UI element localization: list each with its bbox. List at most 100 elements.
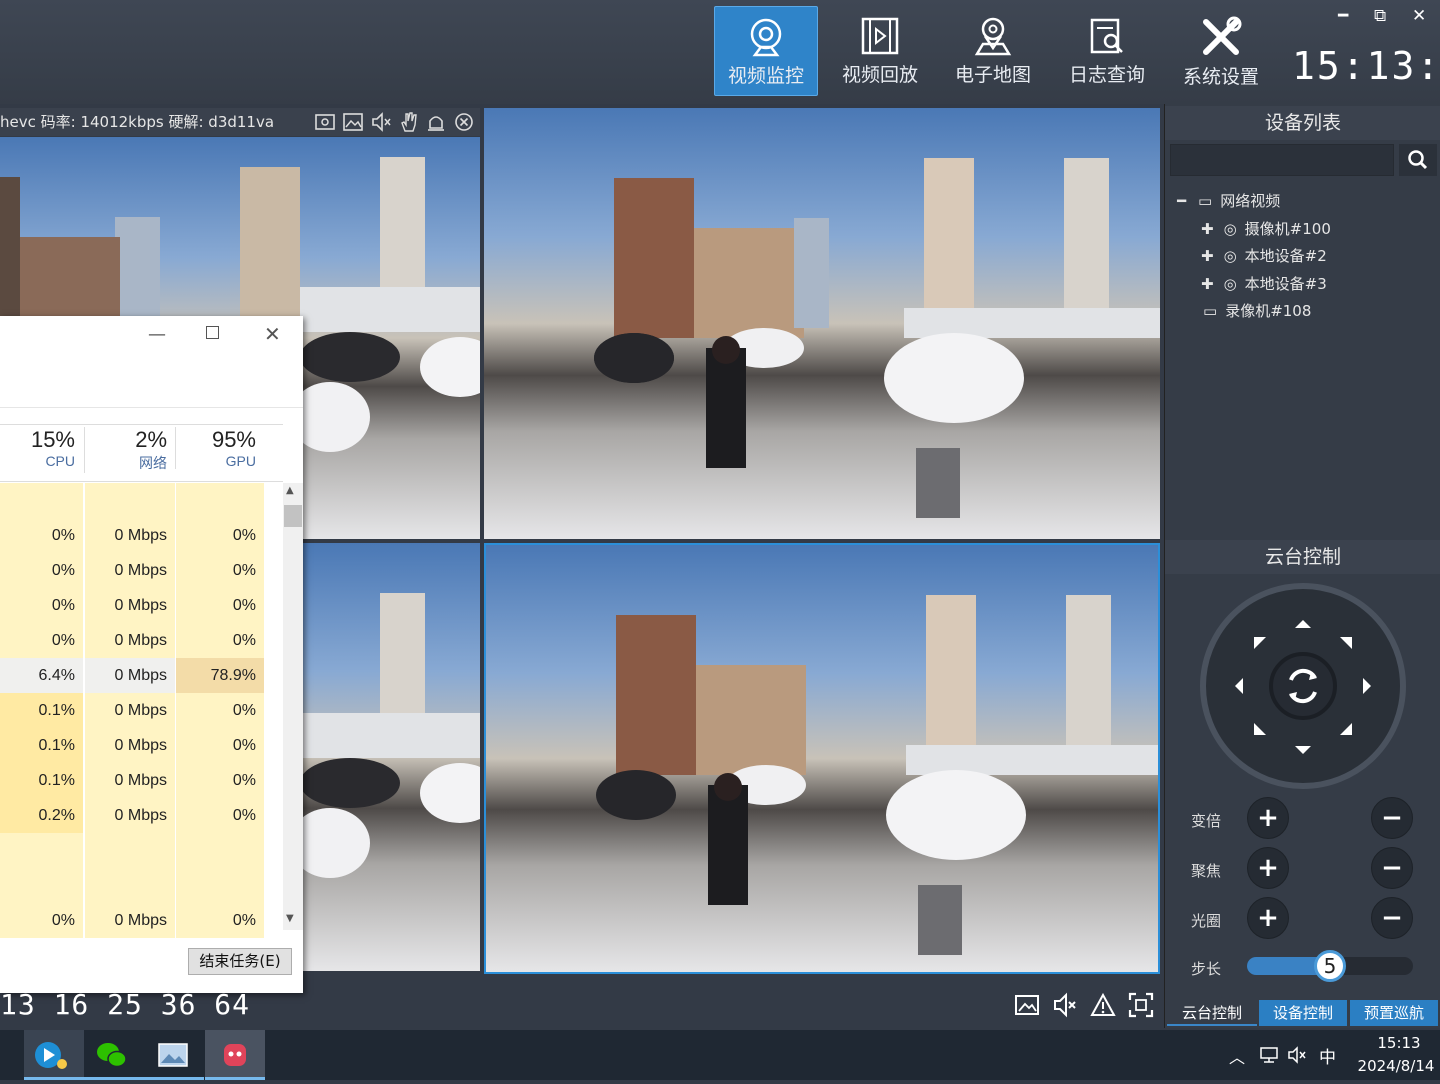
alarm-icon[interactable] xyxy=(425,111,447,133)
table-cell: 0% xyxy=(175,903,264,938)
nav-video-playback[interactable]: 视频回放 xyxy=(828,6,932,96)
tree-item-local-device-3[interactable]: ✚ ◎ 本地设备#3 xyxy=(1201,273,1327,294)
menu-strip xyxy=(0,377,303,408)
scroll-down-icon[interactable]: ▼ xyxy=(286,913,294,924)
table-row[interactable]: 0% 0 Mbps 0% xyxy=(0,903,264,938)
scroll-thumb[interactable] xyxy=(284,505,302,527)
table-row[interactable]: 0.1% 0 Mbps 0% xyxy=(0,728,264,763)
expand-icon[interactable]: ✚ xyxy=(1201,247,1214,265)
video-toolbar xyxy=(1010,990,1160,1020)
taskbar-app-image-viewer[interactable] xyxy=(144,1030,204,1080)
nav-system-settings[interactable]: 系统设置 xyxy=(1169,6,1273,96)
network-icon[interactable] xyxy=(1259,1046,1279,1064)
table-cell: 0.2% xyxy=(0,798,83,833)
table-cell xyxy=(175,868,264,903)
volume-muted-icon[interactable] xyxy=(1287,1046,1307,1064)
taskbar-app-wechat[interactable] xyxy=(84,1030,144,1080)
mute-icon[interactable] xyxy=(370,111,392,133)
header-gpu[interactable]: 95% GPU xyxy=(175,427,264,469)
expand-icon[interactable]: ✚ xyxy=(1201,275,1214,293)
zoom-label: 变倍 xyxy=(1191,812,1222,830)
taskbar-app-active[interactable] xyxy=(205,1030,265,1080)
table-row[interactable]: 0% 0 Mbps 0% xyxy=(0,588,264,623)
film-icon xyxy=(861,17,899,55)
maximize-icon[interactable] xyxy=(206,326,219,339)
scroll-up-icon[interactable]: ▲ xyxy=(286,485,294,496)
iris-open-button[interactable]: + xyxy=(1247,897,1289,939)
table-row[interactable]: 6.4% 0 Mbps 78.9% xyxy=(0,658,264,693)
focus-out-button[interactable]: − xyxy=(1371,847,1413,889)
header-cpu[interactable]: 15% CPU xyxy=(0,427,83,469)
zoom-in-button[interactable]: + xyxy=(1247,797,1289,839)
panorama-scene xyxy=(594,158,1160,518)
fullscreen-icon[interactable] xyxy=(1128,992,1154,1018)
table-row[interactable] xyxy=(0,868,264,903)
table-cell: 0 Mbps xyxy=(84,553,175,588)
minimize-icon[interactable]: — xyxy=(148,324,166,345)
close-icon[interactable]: ✕ xyxy=(264,322,281,346)
search-button[interactable] xyxy=(1399,144,1437,176)
taskbar-app-player[interactable] xyxy=(24,1030,84,1080)
hand-icon[interactable] xyxy=(398,111,420,133)
search-icon xyxy=(1408,150,1428,170)
table-row[interactable]: 0% 0 Mbps 0% xyxy=(0,623,264,658)
warning-icon[interactable] xyxy=(1090,992,1116,1018)
step-slider-knob[interactable]: 5 xyxy=(1314,950,1346,982)
nav-label: 视频监控 xyxy=(727,65,804,87)
tree-item-local-device-2[interactable]: ✚ ◎ 本地设备#2 xyxy=(1201,245,1327,266)
arrow-up-icon[interactable] xyxy=(1293,612,1313,632)
scrollbar[interactable]: ▲ ▼ xyxy=(283,483,303,930)
right-panel: 设备列表 ━ ▭ 网络视频 ✚ ◎ 摄像机#100 ✚ ◎ 本地设备#2 ✚ ◎ 本地设备#3 … xyxy=(1164,104,1440,1028)
snapshot-icon[interactable] xyxy=(342,111,364,133)
record-icon[interactable] xyxy=(314,111,336,133)
table-cell: 0 Mbps xyxy=(84,623,175,658)
table-cell: 0.1% xyxy=(0,728,83,763)
table-row[interactable]: 0.1% 0 Mbps 0% xyxy=(0,693,264,728)
tree-item-camera-100[interactable]: ✚ ◎ 摄像机#100 xyxy=(1201,218,1331,239)
tree-label: 本地设备#3 xyxy=(1244,275,1327,293)
table-row[interactable]: 0% 0 Mbps 0% xyxy=(0,553,264,588)
table-cell: 78.9% xyxy=(175,658,264,693)
step-slider[interactable]: 5 xyxy=(1247,950,1413,982)
top-navigation-bar: 视频监控 视频回放 电子地图 日志查询 系统设置 15:13:59 ━ ⧉ ✕ xyxy=(0,0,1440,104)
tab-ptz-control[interactable]: 云台控制 xyxy=(1167,1000,1257,1026)
chevron-up-icon[interactable]: ︿ xyxy=(1229,1044,1245,1068)
focus-in-button[interactable]: + xyxy=(1247,847,1289,889)
table-cell xyxy=(84,868,175,903)
zoom-out-button[interactable]: − xyxy=(1371,797,1413,839)
tab-device-control[interactable]: 设备控制 xyxy=(1259,1000,1347,1026)
minimize-icon[interactable]: ━ xyxy=(1338,6,1348,26)
device-search-input[interactable] xyxy=(1170,144,1394,176)
close-stream-icon[interactable] xyxy=(453,111,475,133)
table-row[interactable] xyxy=(0,833,264,868)
mute-icon[interactable] xyxy=(1052,992,1078,1018)
video-tile-2[interactable] xyxy=(484,108,1160,539)
nav-video-monitor[interactable]: 视频监控 xyxy=(714,6,818,96)
end-task-button[interactable]: 结束任务(E) xyxy=(188,948,292,975)
camera-icon: ◎ xyxy=(1223,247,1237,265)
taskbar-time[interactable]: 15:13 xyxy=(1369,1034,1429,1052)
collapse-icon[interactable]: ━ xyxy=(1177,192,1186,210)
table-row[interactable]: 0.2% 0 Mbps 0% xyxy=(0,798,264,833)
restore-icon[interactable]: ⧉ xyxy=(1374,6,1386,26)
tab-preset-cruise[interactable]: 预置巡航 xyxy=(1350,1000,1438,1026)
task-manager-titlebar: — ✕ xyxy=(0,316,303,376)
ime-indicator[interactable]: 中 xyxy=(1319,1043,1336,1068)
tree-root-network-video[interactable]: ━ ▭ 网络视频 xyxy=(1177,190,1280,211)
table-row[interactable]: 0.1% 0 Mbps 0% xyxy=(0,763,264,798)
nav-log-query[interactable]: 日志查询 xyxy=(1055,6,1159,96)
table-row[interactable]: 0% 0 Mbps 0% xyxy=(0,518,264,553)
nav-emap[interactable]: 电子地图 xyxy=(941,6,1045,96)
table-row[interactable] xyxy=(0,483,264,518)
snapshot-icon[interactable] xyxy=(1014,992,1040,1018)
close-icon[interactable]: ✕ xyxy=(1412,6,1426,26)
focus-label: 聚焦 xyxy=(1191,862,1222,880)
tree-item-recorder-108[interactable]: ▭ 录像机#108 xyxy=(1201,300,1311,321)
nav-label: 电子地图 xyxy=(954,64,1031,86)
iris-close-button[interactable]: − xyxy=(1371,897,1413,939)
step-label: 步长 xyxy=(1191,960,1222,978)
header-network[interactable]: 2% 网络 xyxy=(84,427,175,473)
expand-icon[interactable]: ✚ xyxy=(1201,220,1214,238)
taskbar-date[interactable]: 2024/8/14 xyxy=(1351,1057,1440,1075)
video-tile-4-selected[interactable] xyxy=(484,543,1160,974)
